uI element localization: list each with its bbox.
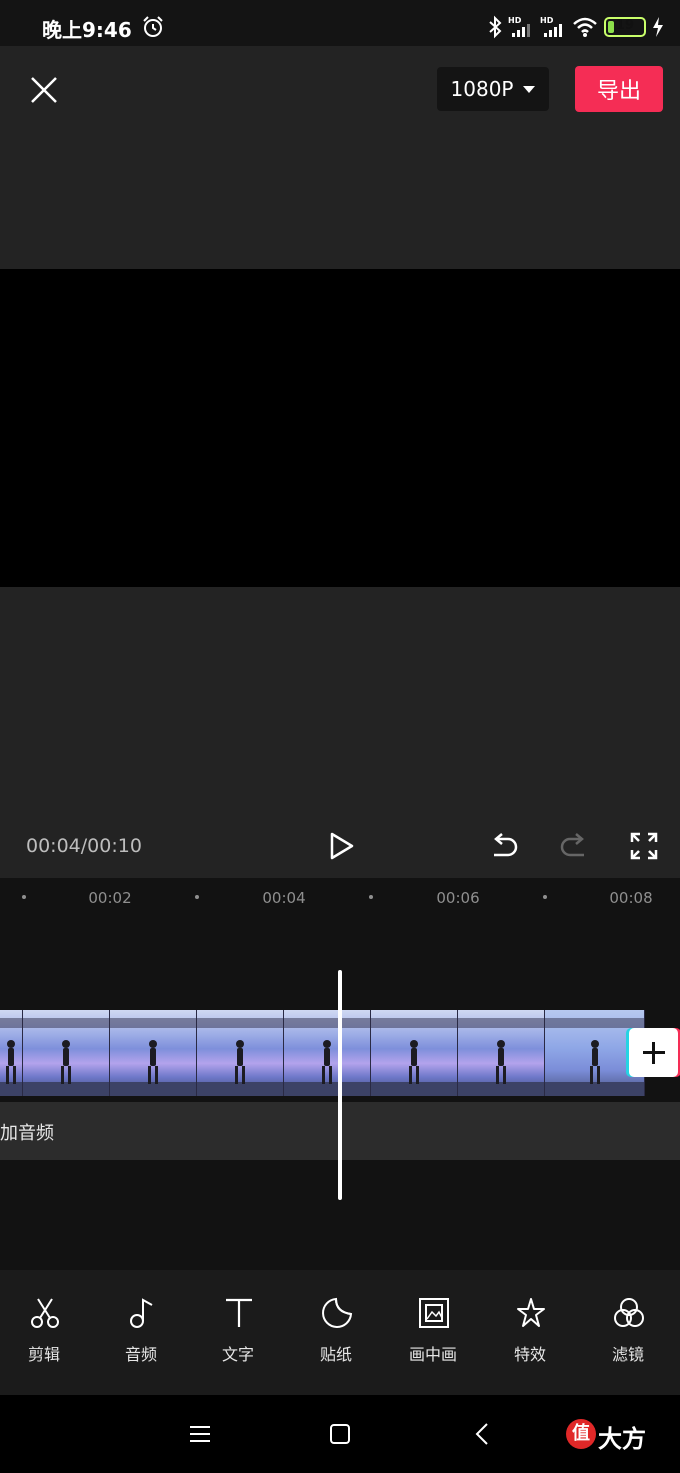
text-icon — [226, 1298, 252, 1327]
status-icons: HD HD 19 — [488, 14, 664, 40]
clip-thumbnail — [110, 1010, 197, 1096]
picture-in-picture-icon — [419, 1298, 449, 1328]
redo-icon[interactable] — [558, 830, 590, 862]
editor-top-bar: 1080P 导出 — [0, 46, 680, 136]
tool-label: 特效 — [513, 1345, 546, 1364]
add-clip-button[interactable] — [629, 1028, 678, 1077]
ruler-dot — [369, 895, 373, 899]
tool-filter[interactable]: 滤镜 — [588, 1296, 668, 1366]
clip-thumbnail — [284, 1010, 371, 1096]
tool-audio[interactable]: 音频 — [101, 1296, 181, 1366]
tool-cut[interactable]: 剪辑 — [4, 1296, 84, 1366]
battery-icon: 19 — [604, 17, 646, 37]
tool-label: 音频 — [124, 1345, 157, 1364]
signal-hd-icon: HD — [508, 16, 530, 37]
caret-down-icon — [523, 85, 536, 93]
bluetooth-icon — [489, 15, 502, 39]
ruler-dot — [195, 895, 199, 899]
filter-icon — [614, 1298, 644, 1327]
clip-thumbnail — [0, 1010, 23, 1096]
sticker-icon — [322, 1297, 353, 1328]
time-readout: 00:04/00:10 — [26, 835, 142, 857]
ruler-label: 00:08 — [609, 889, 653, 907]
svg-text:HD: HD — [540, 16, 554, 25]
battery-level: 19 — [615, 18, 635, 33]
export-button[interactable]: 导出 — [575, 66, 663, 112]
status-time: 晚上9:46 — [42, 18, 132, 42]
signal-hd-icon: HD — [540, 16, 562, 37]
tool-label: 画中画 — [408, 1345, 457, 1364]
effects-star-icon — [517, 1298, 545, 1327]
charging-icon — [653, 17, 663, 37]
tool-sticker[interactable]: 贴纸 — [296, 1296, 376, 1366]
plus-icon-vertical — [652, 1041, 655, 1064]
alarm-icon — [143, 16, 163, 37]
add-audio-label: 加音频 — [0, 1123, 54, 1144]
tool-label: 剪辑 — [27, 1345, 60, 1364]
back-icon[interactable] — [468, 1419, 498, 1449]
clip-thumbnail — [371, 1010, 458, 1096]
playhead[interactable] — [338, 970, 342, 1200]
fullscreen-icon[interactable] — [628, 830, 660, 862]
tool-label: 滤镜 — [611, 1345, 644, 1364]
tool-picture-in-picture[interactable]: 画中画 — [393, 1296, 473, 1366]
time-ruler: 00:02 00:04 00:06 00:08 — [0, 878, 680, 918]
home-icon[interactable] — [325, 1419, 355, 1449]
watermark-text: 大方 — [598, 1425, 646, 1453]
close-icon[interactable] — [28, 74, 60, 106]
system-nav-bar: 值 大方 — [0, 1395, 680, 1473]
scissors-icon — [31, 1298, 59, 1328]
ruler-label: 00:02 — [88, 889, 132, 907]
video-clip-track[interactable] — [0, 1010, 645, 1096]
clip-thumbnail — [23, 1010, 110, 1096]
video-preview[interactable] — [0, 269, 680, 587]
tool-label: 贴纸 — [319, 1345, 352, 1364]
watermark-badge: 值 — [566, 1419, 596, 1449]
menu-icon[interactable] — [185, 1419, 215, 1449]
ruler-label: 00:06 — [436, 889, 480, 907]
tool-effects[interactable]: 特效 — [490, 1296, 570, 1366]
ruler-dot — [543, 895, 547, 899]
tool-text[interactable]: 文字 — [198, 1296, 278, 1366]
svg-text:HD: HD — [508, 16, 522, 25]
editing-toolbar: 剪辑 音频 文字 贴纸 画中画 特效 滤镜 — [0, 1270, 680, 1395]
status-bar: 晚上9:46 HD HD 19 — [0, 0, 680, 46]
music-note-icon — [130, 1298, 153, 1328]
ruler-label: 00:04 — [262, 889, 306, 907]
play-icon[interactable] — [325, 830, 357, 862]
clip-thumbnail — [197, 1010, 284, 1096]
playback-controls: 00:04/00:10 — [0, 820, 680, 876]
undo-icon[interactable] — [488, 830, 520, 862]
ruler-dot — [22, 895, 26, 899]
watermark-logo: 值 大方 — [566, 1415, 666, 1455]
resolution-dropdown[interactable]: 1080P — [437, 67, 549, 111]
clip-thumbnail — [458, 1010, 545, 1096]
timeline[interactable]: 00:02 00:04 00:06 00:08 加音频 — [0, 878, 680, 1270]
tool-label: 文字 — [221, 1345, 254, 1364]
wifi-icon — [573, 17, 597, 37]
resolution-value: 1080P — [450, 77, 514, 101]
